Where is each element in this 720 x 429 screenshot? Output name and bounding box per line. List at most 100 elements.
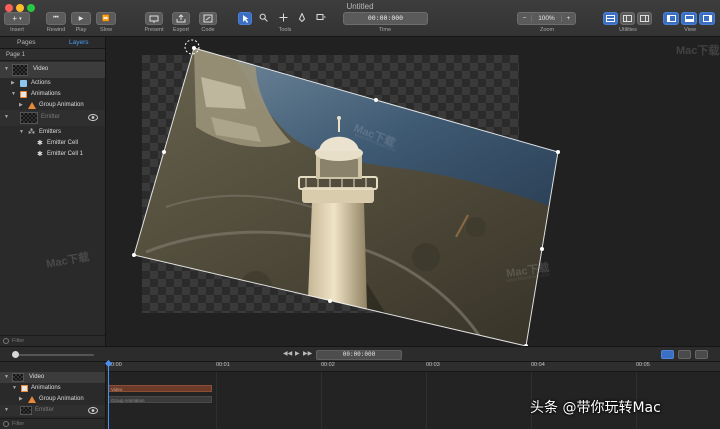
emitter-cell-icon: ✱ [37, 151, 43, 158]
rewind-button[interactable]: ◀◀ [283, 350, 292, 357]
disclosure-closed-icon[interactable]: ▶ [11, 78, 15, 89]
timeline-playhead[interactable] [108, 362, 109, 429]
disclosure-open-icon[interactable]: ▼ [4, 405, 9, 416]
ruler-label: 00:01 [216, 362, 230, 368]
transport-time-field[interactable]: 00:00:000 [316, 350, 402, 360]
scrub-slider-track[interactable] [12, 354, 94, 356]
resize-handle [162, 150, 166, 154]
chevron-down-icon: ▾ [19, 15, 22, 22]
utility-middle-button[interactable] [620, 12, 635, 25]
timeline-label-emitter: Emitter [35, 407, 55, 413]
move-tool-button[interactable] [279, 13, 288, 24]
video-thumbnail [12, 64, 28, 76]
timeline-icon [684, 15, 694, 22]
warning-triangle-icon [28, 396, 36, 403]
layers-sidebar: Pages Layers Page 1 ▼ Video ▶ Actions ▼ … [0, 37, 106, 346]
layer-label-emitter: Emitter [41, 114, 61, 120]
timeline-row-video[interactable]: ▼ Video [0, 372, 105, 383]
disclosure-open-icon[interactable]: ▼ [12, 383, 17, 394]
timeline-tracks[interactable]: 00:00 00:01 00:02 00:03 00:04 00:05 Vide… [106, 362, 720, 429]
actions-icon [20, 80, 27, 87]
eye-icon[interactable] [88, 407, 98, 414]
animations-icon [21, 385, 28, 392]
layer-label-emitters: Emitters [39, 129, 62, 135]
sidebar-right-icon [702, 15, 712, 22]
video-thumbnail [12, 373, 24, 382]
select-tool-button[interactable] [238, 12, 252, 25]
code-icon [203, 14, 213, 23]
insert-button[interactable]: + ▾ [4, 12, 30, 25]
timeline-row-animations[interactable]: ▼ Animations [0, 383, 105, 394]
scrub-slider-knob[interactable] [12, 351, 19, 358]
fast-forward-button[interactable]: ▶▶ [303, 350, 312, 357]
layer-label-emitter-cell-1: Emitter Cell 1 [47, 151, 84, 157]
layer-row-animations[interactable]: ▼ Animations [0, 89, 105, 100]
tab-pages[interactable]: Pages [0, 37, 53, 48]
view-right-sidebar-button[interactable] [699, 12, 715, 25]
pen-icon [298, 12, 306, 23]
tools-label: Tools [278, 27, 292, 33]
timeline-row-emitter[interactable]: ▼ Emitter [0, 405, 105, 416]
layer-row-emitter[interactable]: ▼ Emitter [0, 110, 105, 126]
view-timeline-button[interactable] [681, 12, 697, 25]
animation-bar-group[interactable]: Group Animation [108, 396, 212, 403]
code-button[interactable] [199, 12, 217, 25]
utilities-label: Utilities [619, 27, 637, 33]
curves-view-button[interactable] [678, 350, 691, 359]
utility-left-button[interactable] [603, 12, 618, 25]
disclosure-open-icon[interactable]: ▼ [11, 89, 16, 100]
emitter-cell-icon: ✱ [37, 140, 43, 147]
layer-row-video[interactable]: ▼ Video [0, 62, 105, 78]
timeline-view-button[interactable] [661, 350, 674, 359]
disclosure-closed-icon[interactable]: ▶ [19, 394, 23, 405]
play-button[interactable]: ▶ [71, 12, 91, 25]
shape-tool-button[interactable] [316, 13, 326, 24]
tab-layers[interactable]: Layers [53, 37, 106, 48]
animation-bar-video[interactable]: Video [108, 385, 212, 392]
timeline-row-group-animation[interactable]: ▶ Group Animation [0, 394, 105, 405]
layer-label-emitter-cell: Emitter Cell [47, 140, 79, 146]
timeline-ruler[interactable]: 00:00 00:01 00:02 00:03 00:04 00:05 [106, 362, 720, 372]
slow-button[interactable]: ⏩ [96, 12, 116, 25]
code-label: Code [201, 27, 215, 33]
canvas-area[interactable]: Mac下载 www.Macdown.com Mac下载 Mac下载 www.Ma… [45, 37, 720, 346]
watermark-brand: Mac下载 [676, 45, 720, 57]
arrow-cursor-icon [242, 15, 248, 23]
aerial-lighthouse-image [134, 48, 558, 346]
time-field[interactable]: 00:00:000 [343, 12, 428, 25]
page-label[interactable]: Page 1 [0, 49, 105, 61]
keyframes-view-button[interactable] [695, 350, 708, 359]
resize-handle [556, 150, 560, 154]
window-title: Untitled [346, 2, 374, 11]
zoom-value[interactable]: 100% [531, 15, 562, 22]
play-button[interactable]: ▶ [295, 350, 300, 357]
layers-filter-field[interactable]: Filter [0, 335, 105, 346]
rotation-handle[interactable] [184, 39, 200, 55]
layer-row-actions[interactable]: ▶ Actions [0, 78, 105, 89]
zoom-out-button[interactable]: − [518, 15, 531, 22]
utility-right-button[interactable] [637, 12, 652, 25]
rewind-button[interactable]: ⏮ [46, 12, 66, 25]
ruler-label: 00:02 [321, 362, 335, 368]
layer-row-emitter-cell[interactable]: ✱ Emitter Cell [0, 138, 105, 149]
present-button[interactable] [145, 12, 163, 25]
disclosure-open-icon[interactable]: ▼ [4, 372, 9, 383]
present-icon [149, 15, 159, 23]
layer-row-emitter-cell-1[interactable]: ✱ Emitter Cell 1 [0, 149, 105, 160]
timeline-filter-field[interactable]: Filter [0, 418, 105, 429]
corner-watermark: 头条 @带你玩转Mac [530, 400, 661, 416]
zoom-tool-button[interactable] [259, 13, 268, 24]
time-label: Time [378, 27, 392, 33]
export-button[interactable] [172, 12, 190, 25]
pen-tool-button[interactable] [298, 12, 306, 24]
layer-row-emitters[interactable]: ▼ ⁂ Emitters [0, 127, 105, 138]
rewind-icon: ⏮ [53, 15, 59, 21]
view-left-sidebar-button[interactable] [663, 12, 679, 25]
eye-icon[interactable] [88, 114, 98, 121]
track-row: Video [106, 383, 720, 394]
video-layer-preview[interactable] [106, 37, 720, 346]
zoom-in-button[interactable]: + [562, 15, 575, 22]
disclosure-open-icon[interactable]: ▼ [19, 127, 24, 138]
filter-icon [3, 421, 9, 427]
animations-icon [20, 91, 27, 98]
